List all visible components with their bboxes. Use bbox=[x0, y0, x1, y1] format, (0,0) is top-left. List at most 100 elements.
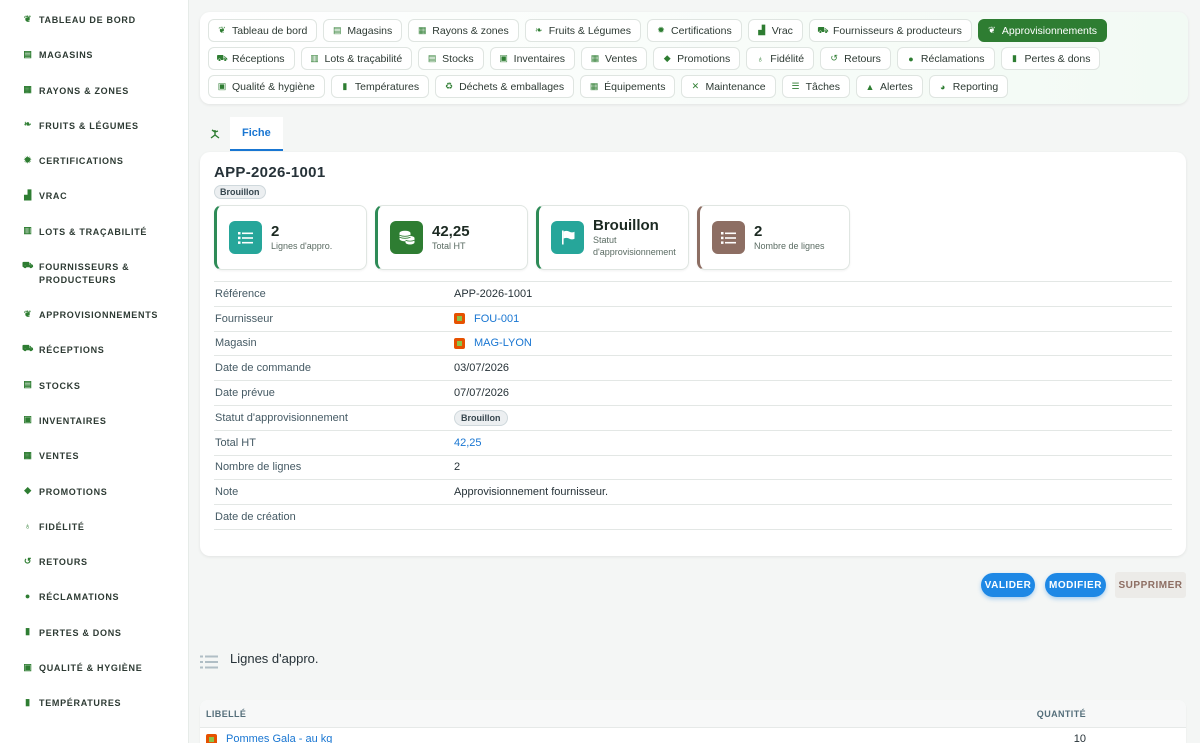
sidebar-item-label: MAGASINS bbox=[39, 50, 94, 61]
sidebar-item[interactable]: ◆ PROMOTIONS bbox=[0, 485, 188, 521]
modify-button[interactable]: MODIFIER bbox=[1045, 573, 1106, 597]
kpi-label: Nombre de lignes bbox=[754, 241, 825, 251]
nav-chip-label: Fidélité bbox=[770, 52, 805, 65]
sidebar-item[interactable]: ▣ INVENTAIRES bbox=[0, 414, 188, 450]
sidebar-item[interactable]: ▤ STOCKS bbox=[0, 379, 188, 415]
sidebar-item[interactable]: ♁ FIDÉLITÉ bbox=[0, 521, 188, 556]
sidebar-item[interactable]: ▣ QUALITÉ & HYGIÈNE bbox=[0, 662, 188, 697]
nav-chip[interactable]: ❦ Approvisionnements bbox=[977, 19, 1108, 42]
sidebar-item[interactable]: ❦ APPROVISIONNEMENTS bbox=[0, 309, 188, 344]
supplier-icon bbox=[454, 313, 465, 325]
toolbox-icon: ▦ bbox=[589, 81, 599, 91]
details-table: Référence APP-2026-1001 Fournisseur FOU-… bbox=[214, 281, 1172, 530]
thermometer-icon: ▮ bbox=[25, 696, 31, 707]
nav-chip[interactable]: ▮ Pertes & dons bbox=[1000, 47, 1101, 70]
nav-chip[interactable]: ▦ Rayons & zones bbox=[408, 19, 519, 42]
nav-chip[interactable]: ▦ Ventes bbox=[581, 47, 648, 70]
nav-chip[interactable]: ◆ Promotions bbox=[653, 47, 741, 70]
list-icon bbox=[712, 221, 745, 254]
sidebar-item[interactable]: ▟ VRAC bbox=[0, 190, 188, 225]
module-nav: ❦ Tableau de bord ▤ Magasins ▦ Rayons & zones… bbox=[200, 12, 1188, 104]
field-value: 07/07/2026 bbox=[454, 387, 510, 400]
sidebar-item[interactable]: ⛟ RÉCEPTIONS bbox=[0, 343, 188, 379]
fournisseur-link[interactable]: FOU-001 bbox=[454, 313, 519, 325]
hand-plant-icon: ❦ bbox=[988, 25, 996, 35]
pie-chart-icon: ◕ bbox=[939, 81, 946, 92]
nav-chip[interactable]: ⛟ Réceptions bbox=[208, 47, 295, 70]
kpi-label: Statut d'approvisionnement bbox=[593, 235, 676, 257]
sidebar-item[interactable]: ● RÉCLAMATIONS bbox=[0, 591, 188, 626]
field-label: Note bbox=[215, 486, 239, 499]
detail-row-note: Note Approvisionnement fournisseur. bbox=[214, 480, 1172, 506]
magasin-value: MAG-LYON bbox=[474, 337, 532, 350]
nav-chip-label: Fournisseurs & producteurs bbox=[832, 24, 962, 37]
nav-chip-label: Inventaires bbox=[513, 52, 566, 65]
validate-button[interactable]: VALIDER bbox=[981, 573, 1035, 597]
nav-chip[interactable]: ⛟ Fournisseurs & producteurs bbox=[808, 19, 972, 42]
nav-chip[interactable]: ▤ Stocks bbox=[418, 47, 484, 70]
sidebar-item-label: APPROVISIONNEMENTS bbox=[39, 310, 159, 321]
nav-chip[interactable]: ♁ Fidélité bbox=[746, 47, 815, 70]
kpi-value: 42,25 bbox=[432, 223, 470, 240]
line-qty: 10 bbox=[1073, 733, 1086, 743]
undo-icon: ↺ bbox=[23, 555, 33, 566]
truck-icon: ⛟ bbox=[21, 343, 35, 354]
nav-chip[interactable]: ▣ Qualité & hygiène bbox=[208, 75, 325, 98]
nav-chip[interactable]: ● Réclamations bbox=[896, 47, 995, 70]
nav-chip-label: Fruits & Légumes bbox=[548, 24, 632, 37]
leaf-icon: ❧ bbox=[23, 119, 33, 130]
list-icon bbox=[200, 655, 218, 669]
sidebar-item[interactable]: ❧ FRUITS & LÉGUMES bbox=[0, 119, 188, 155]
nav-chip[interactable]: ☰ Tâches bbox=[781, 75, 851, 98]
sidebar-item[interactable]: ▮ TEMPÉRATURES bbox=[0, 697, 188, 732]
table-row[interactable]: Pommes Gala - au kg 10 bbox=[200, 728, 1186, 743]
kpi-value: Brouillon bbox=[593, 217, 659, 234]
sidebar-item[interactable]: ⛟ FOURNISSEURS & PRODUCTEURS bbox=[0, 260, 188, 309]
nav-chip[interactable]: ▮ Températures bbox=[330, 75, 430, 98]
tractor-icon: ⛟ bbox=[817, 24, 829, 35]
sidebar-item[interactable]: ▦ RAYONS & ZONES bbox=[0, 84, 188, 120]
tools-icon: ✕ bbox=[691, 81, 700, 91]
sidebar-item[interactable]: ▦ VENTES bbox=[0, 450, 188, 485]
nav-chip[interactable]: ▦ Équipements bbox=[580, 75, 676, 98]
field-label: Total HT bbox=[215, 436, 256, 449]
nav-chip[interactable]: ❦ Tableau de bord bbox=[208, 19, 318, 42]
magasin-link[interactable]: MAG-LYON bbox=[454, 337, 532, 349]
nav-chip[interactable]: ▣ Inventaires bbox=[489, 47, 576, 70]
sidebar-item[interactable]: ▮ PERTES & DONS bbox=[0, 626, 188, 662]
column-header-qty[interactable]: QUANTITÉ bbox=[986, 709, 1186, 719]
sidebar-item[interactable]: ✹ CERTIFICATIONS bbox=[0, 155, 188, 190]
delete-button[interactable]: SUPPRIMER bbox=[1115, 572, 1186, 598]
list-icon bbox=[229, 221, 262, 254]
column-header-label[interactable]: LIBELLÉ bbox=[200, 709, 986, 719]
nav-chip[interactable]: ✕ Maintenance bbox=[681, 75, 776, 98]
nav-chip-label: Rayons & zones bbox=[432, 24, 509, 37]
product-icon bbox=[206, 733, 217, 743]
bins-icon: ▟ bbox=[24, 189, 32, 200]
sidebar-item-label: RÉCEPTIONS bbox=[39, 345, 105, 356]
sidebar-item-label: VRAC bbox=[39, 191, 68, 202]
nav-chip[interactable]: ▟ Vrac bbox=[747, 19, 803, 42]
nav-chip[interactable]: ▤ Magasins bbox=[323, 19, 403, 42]
line-label[interactable]: Pommes Gala - au kg bbox=[226, 733, 332, 743]
sidebar-item[interactable]: ▥ LOTS & TRAÇABILITÉ bbox=[0, 225, 188, 261]
sidebar-item-label: RÉCLAMATIONS bbox=[39, 592, 120, 603]
sprout-icon: ❦ bbox=[218, 25, 226, 35]
tab-fiche[interactable]: Fiche bbox=[230, 117, 283, 151]
detail-row-nb-lignes: Nombre de lignes 2 bbox=[214, 456, 1172, 481]
nav-chip[interactable]: ✹ Certifications bbox=[647, 19, 742, 42]
nav-chip[interactable]: ↺ Retours bbox=[820, 47, 891, 70]
nav-chip[interactable]: ♻ Déchets & emballages bbox=[435, 75, 575, 98]
award-icon: ♁ bbox=[24, 520, 32, 531]
sidebar-item[interactable]: ❦ TABLEAU DE BORD bbox=[0, 14, 188, 49]
barcode-icon: ▥ bbox=[310, 53, 319, 63]
nav-chip[interactable]: ▲ Alertes bbox=[856, 75, 923, 98]
sidebar-item-label: RAYONS & ZONES bbox=[39, 85, 129, 96]
sidebar-item[interactable]: ▤ MAGASINS bbox=[0, 49, 188, 84]
nav-chip[interactable]: ▥ Lots & traçabilité bbox=[300, 47, 413, 70]
chat-icon: ● bbox=[24, 591, 32, 602]
sidebar-item[interactable]: ↺ RETOURS bbox=[0, 556, 188, 591]
nav-chip[interactable]: ❧ Fruits & Légumes bbox=[524, 19, 642, 42]
nav-chip[interactable]: ◕ Reporting bbox=[928, 75, 1009, 98]
field-value: APP-2026-1001 bbox=[454, 287, 533, 300]
